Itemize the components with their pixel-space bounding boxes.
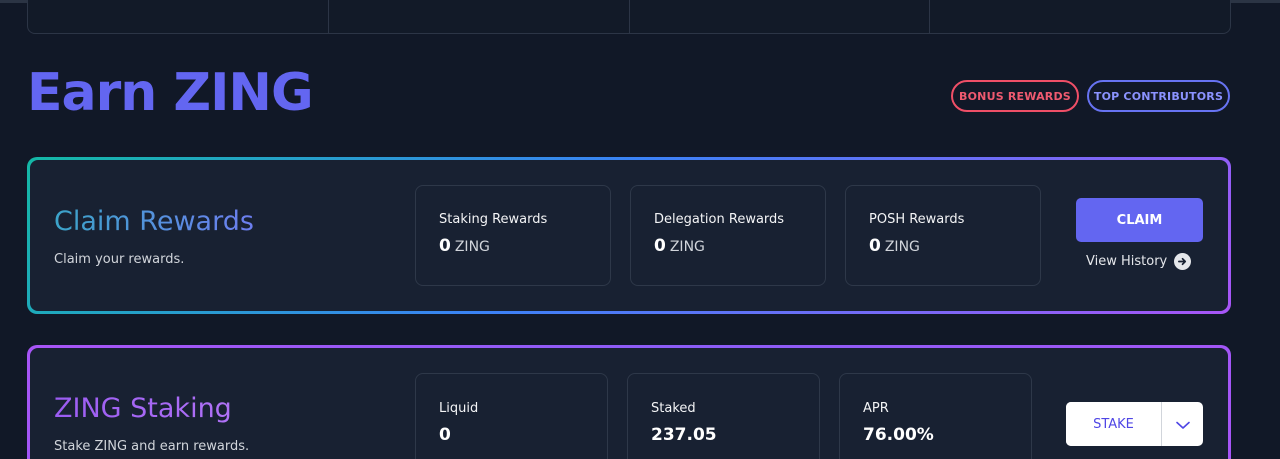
- chevron-down-icon: [1175, 415, 1190, 434]
- staking-rewards-card: Staking Rewards 0 ZING: [415, 185, 611, 286]
- arrow-right-circle-icon: [1174, 253, 1192, 270]
- stats-cell: [329, 0, 630, 33]
- claim-rewards-title: Claim Rewards: [54, 206, 254, 237]
- claim-rewards-subtitle: Claim your rewards.: [54, 252, 185, 267]
- delegation-rewards-unit: ZING: [669, 239, 705, 255]
- posh-rewards-card: POSH Rewards 0 ZING: [845, 185, 1041, 286]
- claim-button[interactable]: CLAIM: [1076, 198, 1203, 242]
- stats-strip: [27, 0, 1231, 34]
- delegation-rewards-amount: 0: [654, 236, 666, 256]
- apr-value: 76.00%: [863, 425, 934, 445]
- staking-rewards-label: Staking Rewards: [439, 212, 548, 227]
- posh-rewards-amount: 0: [869, 236, 881, 256]
- bonus-rewards-button[interactable]: BONUS REWARDS: [951, 80, 1079, 112]
- liquid-label: Liquid: [439, 401, 479, 416]
- posh-rewards-unit: ZING: [884, 239, 920, 255]
- apr-label: APR: [863, 401, 889, 416]
- delegation-rewards-value: 0 ZING: [654, 236, 705, 256]
- zing-staking-panel: ZING Staking Stake ZING and earn rewards…: [27, 345, 1231, 459]
- staking-rewards-unit: ZING: [454, 239, 490, 255]
- delegation-rewards-label: Delegation Rewards: [654, 212, 785, 227]
- zing-staking-panel-inner: ZING Staking Stake ZING and earn rewards…: [30, 348, 1228, 459]
- zing-staking-subtitle: Stake ZING and earn rewards.: [54, 439, 250, 454]
- stake-button[interactable]: STAKE: [1066, 402, 1162, 446]
- stake-dropdown-toggle[interactable]: [1162, 402, 1203, 446]
- staked-card: Staked 237.05: [627, 373, 820, 459]
- apr-card: APR 76.00%: [839, 373, 1032, 459]
- stake-button-group: STAKE: [1066, 402, 1203, 446]
- staked-label: Staked: [651, 401, 696, 416]
- liquid-value: 0: [439, 425, 451, 445]
- staking-rewards-value: 0 ZING: [439, 236, 490, 256]
- staking-rewards-amount: 0: [439, 236, 451, 256]
- posh-rewards-label: POSH Rewards: [869, 212, 965, 227]
- stats-cell: [930, 0, 1230, 33]
- staked-value: 237.05: [651, 425, 717, 445]
- claim-rewards-panel-inner: Claim Rewards Claim your rewards. Stakin…: [30, 160, 1228, 311]
- page-title: Earn ZING: [27, 63, 314, 123]
- view-history-link[interactable]: View History: [1086, 253, 1192, 270]
- liquid-card: Liquid 0: [415, 373, 608, 459]
- claim-rewards-panel: Claim Rewards Claim your rewards. Stakin…: [27, 157, 1231, 314]
- top-contributors-button[interactable]: TOP CONTRIBUTORS: [1087, 80, 1230, 112]
- stats-cell: [28, 0, 329, 33]
- view-history-label: View History: [1086, 254, 1168, 269]
- delegation-rewards-card: Delegation Rewards 0 ZING: [630, 185, 826, 286]
- posh-rewards-value: 0 ZING: [869, 236, 920, 256]
- stats-cell: [630, 0, 931, 33]
- zing-staking-title: ZING Staking: [54, 393, 232, 424]
